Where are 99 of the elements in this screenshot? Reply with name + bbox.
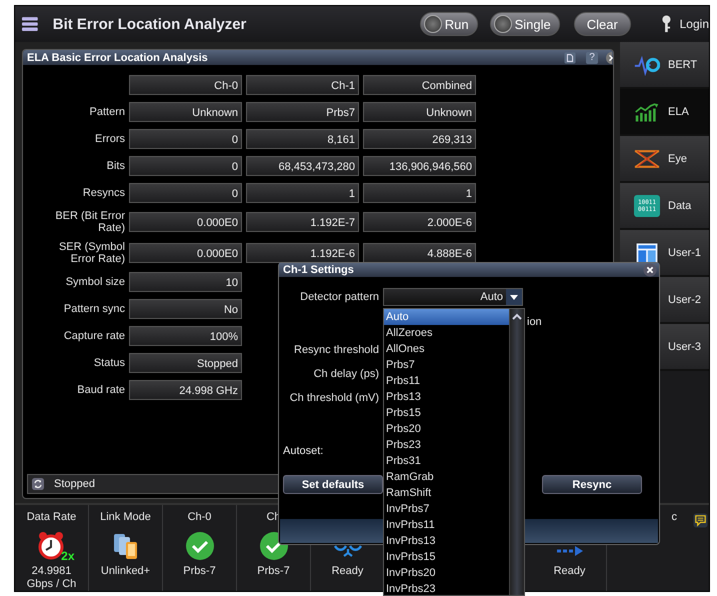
dropdown-option[interactable]: RamShift xyxy=(384,485,509,501)
field-label: Ch delay (ps) xyxy=(312,368,379,380)
dropdown-option[interactable]: InvPrbs23 xyxy=(384,581,509,595)
status-value: Ready xyxy=(552,565,586,578)
table-cell: 1.192E-6 xyxy=(246,243,359,263)
dialog-button[interactable]: Set defaults xyxy=(283,475,383,494)
field-label: Ch threshold (mV) xyxy=(288,392,379,404)
column-header: Ch-0 xyxy=(129,75,242,95)
dropdown-option[interactable]: Auto xyxy=(384,309,509,325)
refresh-icon xyxy=(32,478,44,490)
row-label: Capture rate xyxy=(62,330,125,342)
status-value: Prbs-7 xyxy=(182,565,217,578)
dropdown-option[interactable]: Prbs23 xyxy=(384,437,509,453)
table-cell: Prbs7 xyxy=(246,102,359,122)
scroll-bar[interactable] xyxy=(509,309,524,595)
row-label: Status xyxy=(92,357,125,369)
row-label: SER (Symbol Error Rate) xyxy=(58,241,125,265)
row-label: Baud rate xyxy=(76,384,125,396)
table-cell: 24.998 GHz xyxy=(129,380,242,400)
arrow-icon xyxy=(554,545,584,557)
dropdown-option[interactable]: InvPrbs13 xyxy=(384,533,509,549)
status-value: Unlinked+ xyxy=(100,565,152,578)
dropdown-option[interactable]: Prbs11 xyxy=(384,373,509,389)
table-cell: 68,453,473,280 xyxy=(246,156,359,176)
waveform-icon xyxy=(634,54,660,76)
signal-icon xyxy=(332,545,362,557)
sidebar-tab[interactable]: BERT xyxy=(620,42,709,89)
table-cell: 10 xyxy=(129,272,242,292)
table-cell: 136,906,946,560 xyxy=(363,156,476,176)
option-label: ion xyxy=(527,316,542,328)
table-cell: 1.192E-7 xyxy=(246,212,359,232)
status-label: Link Mode xyxy=(100,511,151,525)
row-label: BER (Bit Error Rate) xyxy=(54,210,125,234)
status-label: Data Rate xyxy=(26,511,76,525)
dropdown-option[interactable]: Prbs20 xyxy=(384,421,509,437)
help-button[interactable]: ? xyxy=(586,52,598,64)
dropdown-option[interactable]: Prbs13 xyxy=(384,389,509,405)
row-label: Errors xyxy=(94,133,125,145)
dropdown-option[interactable]: InvPrbs20 xyxy=(384,565,509,581)
status-label: Ch-0 xyxy=(188,511,212,525)
column-header: Combined xyxy=(363,75,476,95)
app-title: Bit Error Location Analyzer xyxy=(52,16,248,32)
dialog-title: Ch-1 Settings xyxy=(283,264,354,276)
toolbar-button[interactable]: Clear xyxy=(574,12,631,36)
sidebar-tab[interactable]: Eye xyxy=(620,136,709,183)
table-cell: 0 xyxy=(129,129,242,149)
dropdown-option[interactable]: AllZeroes xyxy=(384,325,509,341)
dropdown-option[interactable]: Prbs7 xyxy=(384,357,509,373)
caret-icon[interactable] xyxy=(506,289,522,305)
document-icon[interactable] xyxy=(564,52,576,64)
field-label: Detector pattern xyxy=(299,291,379,303)
dropdown-option[interactable]: InvPrbs15 xyxy=(384,549,509,565)
table-cell: 269,313 xyxy=(363,129,476,149)
sidebar-tab[interactable]: ELA xyxy=(620,89,709,136)
dialog-button[interactable]: Resync xyxy=(542,475,642,494)
dropdown-option[interactable]: Prbs31 xyxy=(384,453,509,469)
row-label: Pattern sync xyxy=(62,303,125,315)
table-cell: 100% xyxy=(129,326,242,346)
layout-icon xyxy=(634,242,660,264)
panel-title: ELA Basic Error Location Analysis xyxy=(27,52,209,64)
table-cell: Unknown xyxy=(129,102,242,122)
field-label: Resync threshold xyxy=(293,344,379,356)
row-label: Symbol size xyxy=(64,276,125,288)
dropdown-option[interactable]: RamGrab xyxy=(384,469,509,485)
table-cell: 8,161 xyxy=(246,129,359,149)
toolbar-button[interactable]: Run xyxy=(420,12,478,36)
table-cell: 1 xyxy=(246,183,359,203)
table-cell: 4.888E-6 xyxy=(363,243,476,263)
toolbar-button[interactable]: Single xyxy=(490,12,560,36)
status-value: Prbs-7 xyxy=(256,565,291,578)
row-label: Pattern xyxy=(88,106,125,118)
menu-icon[interactable] xyxy=(21,15,39,33)
status-value: 24.9981 Gbps / Ch xyxy=(26,565,78,591)
column-header: Ch-1 xyxy=(246,75,359,95)
row-label: Resyncs xyxy=(82,187,125,199)
checkmark-icon xyxy=(184,531,214,561)
dropdown-option[interactable]: Prbs15 xyxy=(384,405,509,421)
table-cell: 0 xyxy=(129,156,242,176)
status-value: Ready xyxy=(330,565,364,578)
status-text: Stopped xyxy=(54,478,95,490)
bar-chart-icon xyxy=(634,100,660,122)
status-label: c xyxy=(672,511,677,525)
dropdown-option[interactable]: AllOnes xyxy=(384,341,509,357)
table-cell: 1 xyxy=(363,183,476,203)
table-cell: No xyxy=(129,299,242,319)
table-cell: 2.000E-6 xyxy=(363,212,476,232)
row-label: Bits xyxy=(106,160,125,172)
pattern-dropdown[interactable]: Auto xyxy=(383,288,523,306)
autoset-label: Autoset: xyxy=(283,445,324,457)
comment-icon[interactable] xyxy=(693,513,708,528)
key-icon xyxy=(660,15,672,33)
table-cell: Stopped xyxy=(129,353,242,373)
table-cell: Unknown xyxy=(363,102,476,122)
dropdown-option[interactable]: InvPrbs7 xyxy=(384,501,509,517)
eye-diagram-icon xyxy=(634,148,660,170)
table-cell: 0.000E0 xyxy=(129,212,242,232)
login-link[interactable]: Login xyxy=(680,17,709,31)
table-cell: 0.000E0 xyxy=(129,243,242,263)
table-cell: 0 xyxy=(129,183,242,203)
